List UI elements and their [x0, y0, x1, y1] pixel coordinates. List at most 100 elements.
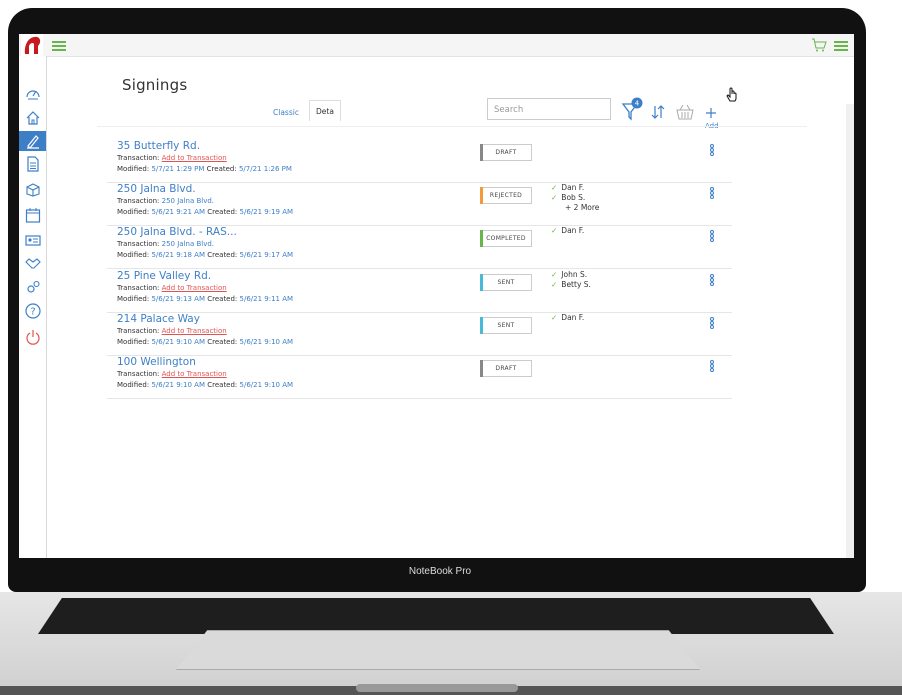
signing-row[interactable]: 100 Wellington Transaction: Add to Transa… [107, 354, 732, 399]
check-icon: ✓ [551, 193, 558, 202]
svg-text:?: ? [30, 306, 35, 317]
transaction-link[interactable]: Add to Transaction [162, 284, 227, 292]
signing-row[interactable]: 214 Palace Way Transaction: Add to Transa… [107, 311, 732, 356]
transaction-label: Transaction: [117, 197, 160, 205]
modified-label: Modified: [117, 338, 150, 346]
search-input[interactable]: Search [487, 98, 611, 120]
status-badge: DRAFT [480, 144, 532, 161]
status-badge: REJECTED [480, 187, 532, 204]
signers-list: ✓ Dan F. [551, 313, 584, 323]
settings-cogs-icon[interactable] [24, 278, 41, 295]
view-detail-tab[interactable]: Deta [309, 100, 341, 121]
signers-list: ✓ John S. ✓ Betty S. [551, 270, 591, 290]
signer-name: Dan F. [561, 226, 585, 235]
modified-date: 5/6/21 9:10 AM [151, 381, 205, 389]
more-options-icon[interactable] [710, 230, 716, 244]
status-color-bar [480, 230, 483, 247]
dates-line: Modified: 5/6/21 9:10 AM Created: 5/6/21… [117, 338, 293, 346]
modified-date: 5/6/21 9:13 AM [151, 295, 205, 303]
cart-icon[interactable] [811, 38, 827, 52]
laptop-notch [356, 684, 518, 692]
signers-list: ✓ Dan F. ✓ Bob S. + 2 More [551, 183, 599, 213]
more-options-icon[interactable] [710, 360, 716, 374]
home-icon[interactable] [24, 109, 41, 126]
signers-list: ✓ Dan F. [551, 226, 584, 236]
view-classic-tab[interactable]: Classic [273, 108, 299, 117]
signing-address-link[interactable]: 35 Butterfly Rd. [117, 140, 200, 152]
check-icon: ✓ [551, 183, 558, 192]
power-icon[interactable] [24, 328, 41, 345]
transaction-label: Transaction: [117, 327, 160, 335]
dates-line: Modified: 5/6/21 9:13 AM Created: 5/6/21… [117, 295, 293, 303]
signer-name: Dan F. [561, 183, 585, 192]
signing-address-link[interactable]: 214 Palace Way [117, 313, 200, 325]
signing-address-link[interactable]: 100 Wellington [117, 356, 196, 368]
signer-item: ✓ John S. [551, 270, 591, 280]
menu-toggle-button[interactable] [52, 41, 66, 51]
modified-label: Modified: [117, 208, 150, 216]
add-plus-icon[interactable] [705, 106, 717, 120]
handshake-icon[interactable] [24, 254, 41, 271]
signing-address-link[interactable]: 250 Jalna Blvd. - RAS... [117, 226, 237, 238]
signer-item: ✓ Dan F. [551, 313, 584, 323]
transaction-link[interactable]: Add to Transaction [162, 154, 227, 162]
dates-line: Modified: 5/7/21 1:29 PM Created: 5/7/21… [117, 165, 292, 173]
filter-icon[interactable]: 4 [621, 96, 645, 122]
more-options-icon[interactable] [710, 144, 716, 158]
contact-card-icon[interactable] [24, 231, 41, 248]
signing-row[interactable]: 35 Butterfly Rd. Transaction: Add to Tran… [107, 138, 732, 183]
dashboard-icon[interactable] [24, 84, 41, 101]
app-logo-icon [21, 34, 43, 56]
document-icon[interactable] [24, 155, 41, 172]
scrollbar[interactable] [846, 104, 854, 558]
transaction-label: Transaction: [117, 284, 160, 292]
top-bar [19, 34, 854, 57]
status-color-bar [480, 360, 483, 377]
basket-icon[interactable] [675, 104, 695, 120]
calendar-icon[interactable] [24, 206, 41, 223]
status-badge: SENT [480, 274, 532, 291]
dates-line: Modified: 5/6/21 9:10 AM Created: 5/6/21… [117, 381, 293, 389]
right-menu-button[interactable] [834, 41, 848, 51]
transaction-link[interactable]: 250 Jalna Blvd. [162, 197, 214, 205]
transaction-label: Transaction: [117, 240, 160, 248]
signing-row[interactable]: 250 Jalna Blvd. Transaction: 250 Jalna Bl… [107, 181, 732, 226]
transaction-link[interactable]: Add to Transaction [162, 327, 227, 335]
signing-address-link[interactable]: 25 Pine Valley Rd. [117, 270, 211, 282]
created-label: Created: [207, 208, 238, 216]
signing-row[interactable]: 25 Pine Valley Rd. Transaction: Add to Tr… [107, 268, 732, 313]
filter-count-badge: 4 [635, 100, 640, 108]
signer-item: ✓ Dan F. [551, 183, 599, 193]
created-date: 5/7/21 1:26 PM [238, 165, 292, 173]
page-title: Signings [122, 76, 188, 94]
transaction-line: Transaction: Add to Transaction [117, 327, 227, 335]
status-color-bar [480, 187, 483, 204]
more-options-icon[interactable] [710, 274, 716, 288]
signing-pen-icon[interactable] [19, 131, 46, 151]
transaction-link[interactable]: Add to Transaction [162, 370, 227, 378]
check-icon: ✓ [551, 313, 558, 322]
transaction-line: Transaction: 250 Jalna Blvd. [117, 240, 214, 248]
transaction-link[interactable]: 250 Jalna Blvd. [162, 240, 214, 248]
more-signers-link[interactable]: + 2 More [551, 203, 599, 213]
dates-line: Modified: 5/6/21 9:18 AM Created: 5/6/21… [117, 251, 293, 259]
created-label: Created: [207, 381, 238, 389]
status-color-bar [480, 274, 483, 291]
check-icon: ✓ [551, 270, 558, 279]
created-date: 5/6/21 9:17 AM [239, 251, 294, 259]
status-badge: SENT [480, 317, 532, 334]
signer-item: ✓ Bob S. [551, 193, 599, 203]
package-icon[interactable] [24, 180, 41, 197]
sort-icon[interactable] [651, 105, 665, 119]
signing-row[interactable]: 250 Jalna Blvd. - RAS... Transaction: 250… [107, 224, 732, 269]
signer-item: ✓ Dan F. [551, 226, 584, 236]
dates-line: Modified: 5/6/21 9:21 AM Created: 5/6/21… [117, 208, 293, 216]
help-icon[interactable]: ? [24, 302, 41, 319]
created-date: 5/6/21 9:11 AM [239, 295, 294, 303]
transaction-line: Transaction: Add to Transaction [117, 154, 227, 162]
signing-address-link[interactable]: 250 Jalna Blvd. [117, 183, 196, 195]
more-options-icon[interactable] [710, 317, 716, 331]
modified-label: Modified: [117, 251, 150, 259]
more-options-icon[interactable] [710, 187, 716, 201]
transaction-line: Transaction: Add to Transaction [117, 370, 227, 378]
